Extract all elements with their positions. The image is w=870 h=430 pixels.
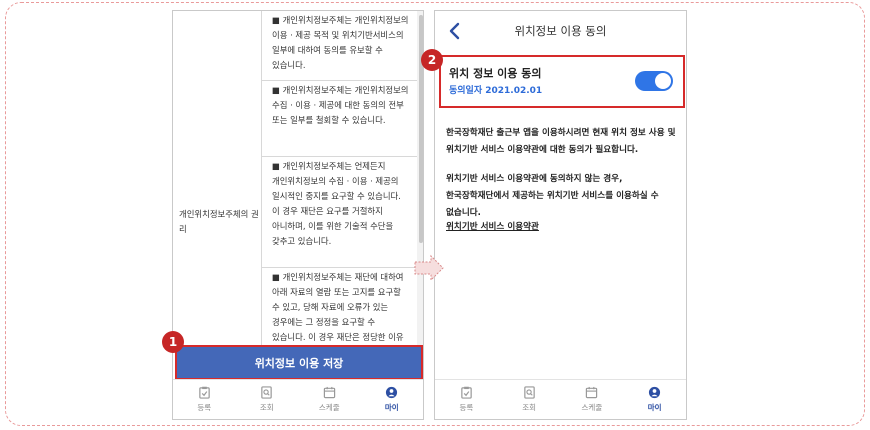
- terms-cell: ■ 개인위치정보주체는 재단에 대하여 아래 자료의 열람 또는 고지를 요구할…: [272, 272, 404, 342]
- row-label: 개인위치정보주체의 권리: [179, 209, 259, 234]
- save-location-button[interactable]: 위치정보 이용 저장: [175, 345, 423, 380]
- tab-label: 조회: [259, 403, 274, 412]
- tab-label: 마이: [647, 403, 662, 412]
- tab-label: 조회: [522, 403, 537, 412]
- tab-label: 마이: [384, 403, 399, 412]
- user-icon: [649, 386, 661, 399]
- info-paragraph: 위치기반 서비스 이용약관에 동의하지 않는 경우, 한국장학재단에서 제공하는…: [446, 174, 659, 218]
- tab-bar: 등록 조회 스케줄 마이: [173, 379, 423, 419]
- terms-link[interactable]: 위치기반 서비스 이용약관: [446, 220, 539, 232]
- step-badge-1: 1: [162, 331, 184, 353]
- tab-my[interactable]: 마이: [367, 386, 417, 413]
- tab-register[interactable]: 등록: [441, 386, 491, 413]
- search-doc-icon: [261, 386, 272, 399]
- step-badge-2: 2: [421, 49, 443, 71]
- back-arrow-icon[interactable]: [447, 22, 463, 40]
- toggle-knob: [655, 73, 671, 89]
- scrollbar-thumb[interactable]: [419, 15, 423, 243]
- calendar-icon: [323, 386, 335, 399]
- tab-label: 스케줄: [318, 403, 340, 412]
- tab-register[interactable]: 등록: [179, 386, 229, 413]
- header: 위치정보 이용 동의: [435, 11, 686, 51]
- tab-search[interactable]: 조회: [504, 386, 554, 413]
- register-icon: [199, 386, 210, 399]
- calendar-icon: [586, 386, 598, 399]
- register-icon: [461, 386, 472, 399]
- consent-title: 위치 정보 이용 동의: [449, 67, 542, 80]
- arrow-right-icon: [414, 254, 444, 282]
- tab-schedule[interactable]: 스케줄: [567, 386, 617, 413]
- tab-bar: 등록 조회 스케줄 마이: [435, 379, 686, 419]
- tab-label: 등록: [197, 403, 212, 412]
- tab-label: 스케줄: [581, 403, 603, 412]
- terms-cell: ■ 개인위치정보주체는 개인위치정보의 이용 · 제공 목적 및 위치기반서비스…: [262, 11, 417, 81]
- terms-column: ■ 개인위치정보주체는 개인위치정보의 이용 · 제공 목적 및 위치기반서비스…: [261, 11, 417, 345]
- page-title: 위치정보 이용 동의: [514, 24, 607, 38]
- tab-schedule[interactable]: 스케줄: [304, 386, 354, 413]
- right-phone-screen: 위치정보 이용 동의 위치 정보 이용 동의 동의일자 2021.02.01 한…: [434, 10, 687, 420]
- info-paragraph: 한국장학재단 출근부 앱을 이용하시려면 현재 위치 정보 사용 및 위치기반 …: [446, 128, 676, 155]
- tab-my[interactable]: 마이: [630, 386, 680, 413]
- terms-cell: ■ 개인위치정보주체는 언제든지 개인위치정보의 수집 · 이용 · 제공의 일…: [262, 157, 417, 268]
- terms-cell: ■ 개인위치정보주체는 개인위치정보의 수집 · 이용 · 제공에 대한 동의의…: [262, 81, 417, 157]
- consent-box: 위치 정보 이용 동의 동의일자 2021.02.01: [439, 55, 685, 108]
- consent-toggle[interactable]: [635, 71, 673, 91]
- terms-table: 개인위치정보주체의 권리 ■ 개인위치정보주체는 개인위치정보의 이용 · 제공…: [173, 11, 417, 345]
- user-icon: [386, 386, 398, 399]
- tab-search[interactable]: 조회: [242, 386, 292, 413]
- left-phone-screen: 개인위치정보주체의 권리 ■ 개인위치정보주체는 개인위치정보의 이용 · 제공…: [172, 10, 424, 420]
- tab-label: 등록: [459, 403, 474, 412]
- search-doc-icon: [523, 386, 535, 399]
- consent-date: 동의일자 2021.02.01: [449, 86, 543, 96]
